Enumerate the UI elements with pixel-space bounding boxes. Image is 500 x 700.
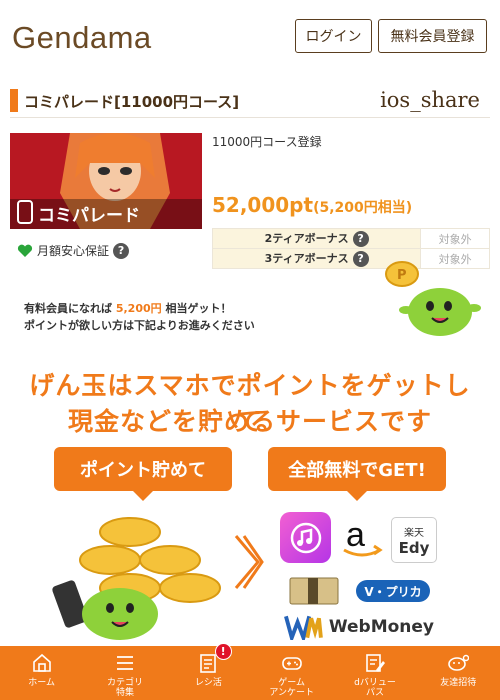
chevron-right-icon	[234, 535, 264, 589]
login-button[interactable]: ログイン	[295, 19, 372, 53]
svg-text:P: P	[397, 268, 407, 283]
coins-illustration	[52, 517, 221, 640]
title-row: コミパレード[11000円コース] ios_share	[10, 86, 490, 118]
heart-icon	[17, 244, 33, 257]
cash-icon	[288, 574, 340, 606]
nav-receipt[interactable]: ! レシ活	[167, 643, 250, 700]
promo-banner[interactable]: げん玉はスマホでポイントをゲットして 現金などを貯めるサービスです ポイント貯め…	[0, 352, 500, 646]
help-icon[interactable]: ?	[352, 230, 369, 247]
mascot-illustration: P	[385, 261, 481, 336]
free-get-label: 全部無料でGET!	[268, 447, 446, 501]
nav-category[interactable]: カテゴリ 特集	[83, 646, 166, 700]
nav-game[interactable]: ゲーム アンケート	[250, 646, 333, 700]
header: Gendama ログイン 無料会員登録	[0, 0, 500, 74]
bottom-nav: ホーム カテゴリ 特集 ! レシ活 ゲーム アンケート dバリュー パス 友達招…	[0, 643, 500, 700]
thumbnail-caption: コミパレード	[38, 206, 140, 226]
monthly-guarantee: 月額安心保証 ?	[17, 242, 130, 259]
paid-member-note: 有料会員になれば 5,200円 相当ゲット！ ポイントが欲しい方は下記よりお進み…	[24, 302, 255, 332]
course-label: 11000円コース登録	[212, 135, 322, 149]
points-reward: 52,000pt(5,200円相当)	[212, 193, 412, 217]
table-row: 2ティアボーナス? 対象外	[211, 228, 490, 249]
register-button[interactable]: 無料会員登録	[378, 19, 487, 53]
notification-badge: !	[214, 643, 232, 660]
points-value: 52,000pt	[212, 193, 314, 217]
monthly-guarantee-label: 月額安心保証	[37, 244, 110, 258]
nav-dvalue[interactable]: dバリュー パス	[333, 646, 416, 700]
home-icon	[32, 653, 51, 672]
nav-invite[interactable]: 友達招待	[417, 646, 500, 700]
help-icon[interactable]: ?	[352, 250, 369, 267]
points-yen-equivalent: (5,200円相当)	[313, 200, 413, 216]
friend-icon	[448, 654, 470, 671]
webmoney-icon: WebMoney	[284, 612, 434, 642]
tier-value: 対象外	[420, 228, 490, 249]
menu-icon	[116, 656, 133, 670]
nav-label: レシ活	[194, 678, 222, 688]
tier-label: 2ティアボーナス?	[211, 228, 422, 249]
svg-text:a: a	[346, 516, 365, 554]
nav-home[interactable]: ホーム	[0, 646, 83, 700]
gendama-logo[interactable]: Gendama	[12, 20, 152, 56]
nav-label: dバリュー パス	[354, 678, 396, 698]
title-accent-bar	[10, 89, 18, 112]
nav-label: 友達招待	[440, 678, 477, 688]
nav-label: ゲーム アンケート	[269, 678, 314, 698]
nav-label: カテゴリ 特集	[106, 678, 143, 698]
edit-icon	[366, 654, 385, 672]
itunes-icon	[280, 512, 331, 563]
share-icon[interactable]: ios_share	[380, 88, 480, 112]
nav-label: ホーム	[28, 678, 56, 688]
collect-points-label: ポイント貯めて	[54, 447, 232, 501]
offer-thumbnail[interactable]: コミパレード	[10, 133, 202, 229]
gamepad-icon	[281, 657, 302, 670]
help-icon[interactable]: ?	[113, 242, 130, 259]
vpreca-icon: V・プリカ	[356, 580, 430, 602]
page-title: コミパレード[11000円コース]	[24, 93, 240, 111]
promo-subheadline: 現金などを貯めるサービスです	[67, 407, 432, 436]
amazon-icon: a	[340, 512, 384, 563]
rakuten-edy-icon: 楽天 Edy	[391, 517, 437, 563]
